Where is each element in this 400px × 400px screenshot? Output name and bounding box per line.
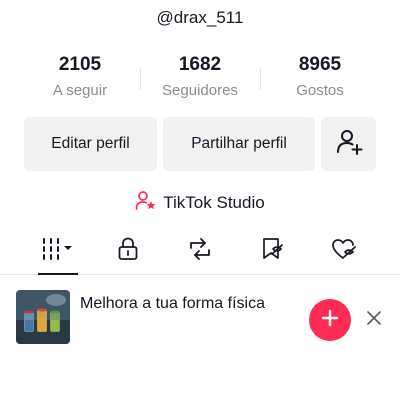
stat-followers-label: Seguidores: [162, 82, 238, 99]
add-friend-button[interactable]: [321, 117, 376, 171]
profile-username: @drax_511: [156, 8, 244, 27]
tab-liked[interactable]: [314, 228, 374, 274]
add-user-icon: [335, 128, 363, 161]
close-icon: [367, 310, 381, 330]
dismiss-suggestion-button[interactable]: [362, 308, 386, 332]
stat-likes-label: Gostos: [296, 82, 344, 99]
tiktok-studio-link[interactable]: TikTok Studio: [0, 190, 400, 216]
stat-followers-value: 1682: [178, 54, 222, 75]
repost-icon: [186, 236, 214, 267]
bookmark-icon: [258, 236, 286, 267]
tiktok-studio-label: TikTok Studio: [163, 193, 265, 212]
tab-reposts[interactable]: [170, 228, 230, 274]
stat-following-label: A seguir: [52, 82, 108, 99]
tab-videos[interactable]: [28, 228, 88, 275]
lock-icon: [116, 236, 140, 267]
edit-profile-button[interactable]: Editar perfil: [24, 117, 157, 171]
grid-videos-icon: [38, 236, 78, 267]
plus-icon: [321, 309, 339, 332]
share-profile-button[interactable]: Partilhar perfil: [163, 117, 315, 171]
profile-content-tabs: [0, 228, 400, 275]
stat-following-value: 2105: [58, 54, 102, 75]
suggestion-text: Melhora a tua forma física: [80, 295, 265, 312]
suggestion-card[interactable]: Melhora a tua forma física: [0, 282, 400, 354]
stat-likes-value: 8965: [298, 54, 342, 75]
profile-stats: 2105 A seguir 1682 Seguidores 8965 Gosto…: [20, 52, 380, 106]
liked-hidden-icon: [330, 236, 358, 267]
add-suggestion-button[interactable]: [309, 299, 351, 341]
tab-private[interactable]: [98, 228, 158, 274]
stat-likes[interactable]: 8965 Gostos: [260, 52, 380, 106]
tab-favorites[interactable]: [242, 228, 302, 274]
stat-following[interactable]: 2105 A seguir: [20, 52, 140, 106]
suggestion-thumbnail: [16, 290, 70, 344]
studio-person-star-icon: [135, 190, 157, 217]
stat-followers[interactable]: 1682 Seguidores: [140, 52, 260, 106]
